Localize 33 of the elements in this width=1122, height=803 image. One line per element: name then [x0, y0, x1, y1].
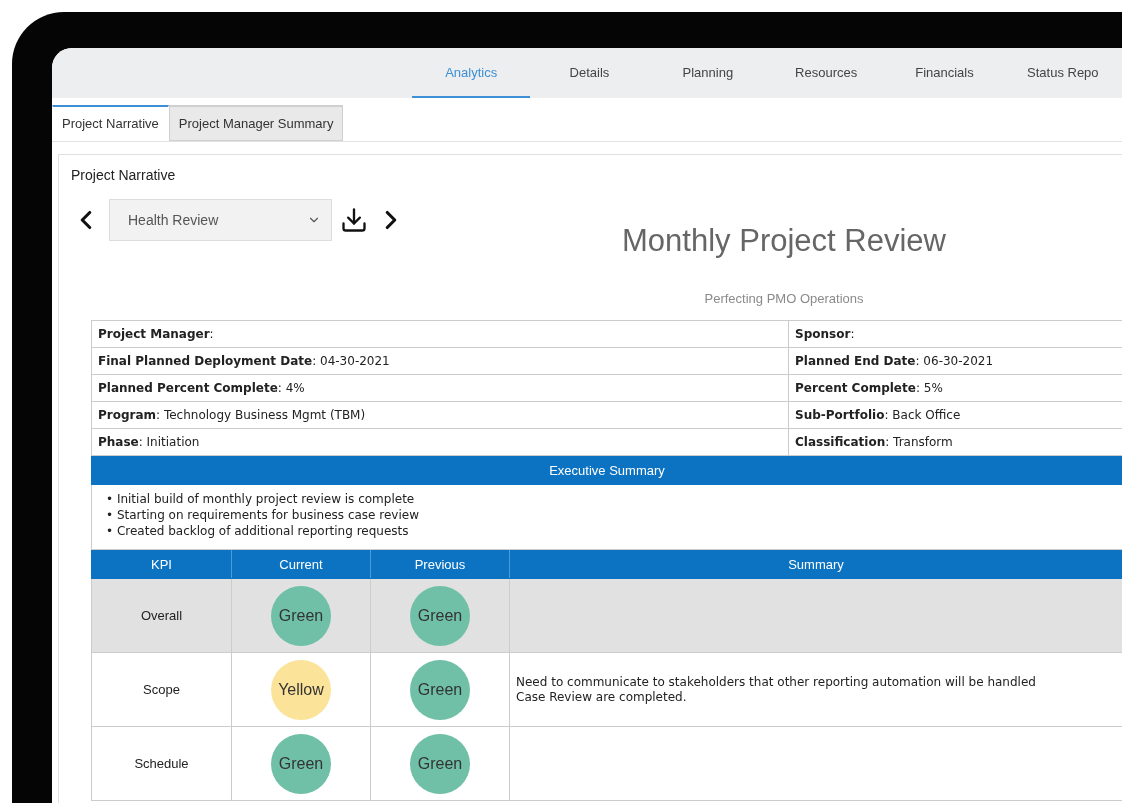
nav-tab[interactable]: Planning: [648, 48, 767, 98]
column-header: Previous: [370, 549, 510, 579]
summary-text: Need to communicate to stakeholders that other reporting automation will be handled Case Review are completed.: [516, 674, 1037, 705]
column-header: Current: [231, 549, 371, 579]
column-header: KPI: [91, 549, 232, 579]
status-circle: Green: [410, 659, 470, 720]
nav-tab[interactable]: Financials: [885, 48, 1004, 98]
status-circle: Green: [410, 733, 470, 794]
report-title: Monthly Project Review: [622, 223, 946, 259]
sub-tab[interactable]: Project Manager Summary: [168, 105, 344, 141]
panel-title: Project Narrative: [71, 167, 177, 183]
info-cell: Phase: Initiation: [91, 428, 789, 456]
info-cell: Planned Percent Complete: 4%: [91, 374, 789, 402]
column-header: Summary: [509, 549, 1122, 579]
section-header: Executive Summary: [91, 455, 1122, 485]
status-circle: Green: [271, 733, 331, 794]
status-circle: Yellow: [271, 659, 331, 720]
kpi-cell: Schedule: [91, 726, 232, 801]
status-circle: Green: [271, 585, 331, 646]
report-select[interactable]: Health Review: [109, 199, 332, 241]
nav-tab[interactable]: Details: [530, 48, 649, 98]
nav-tab[interactable]: Resources: [767, 48, 886, 98]
report-subtitle: Perfecting PMO Operations: [704, 291, 864, 306]
info-cell: Final Planned Deployment Date: 04-30-2021: [91, 347, 789, 375]
download-icon[interactable]: [340, 206, 368, 234]
kpi-cell: Scope: [91, 652, 232, 727]
info-cell: Project Manager:: [91, 320, 789, 348]
info-cell: Program: Technology Business Mgmt (TBM): [91, 401, 789, 429]
nav-tab[interactable]: Status Repo: [1003, 48, 1122, 98]
info-cell: Sponsor:: [788, 320, 1122, 348]
status-circle: Green: [410, 585, 470, 646]
summary-list: • Initial build of monthly project review is complete • Starting on requirements for business case review • Created backlog of additional reporting requests: [91, 484, 1122, 550]
kpi-cell: Overall: [91, 578, 232, 653]
